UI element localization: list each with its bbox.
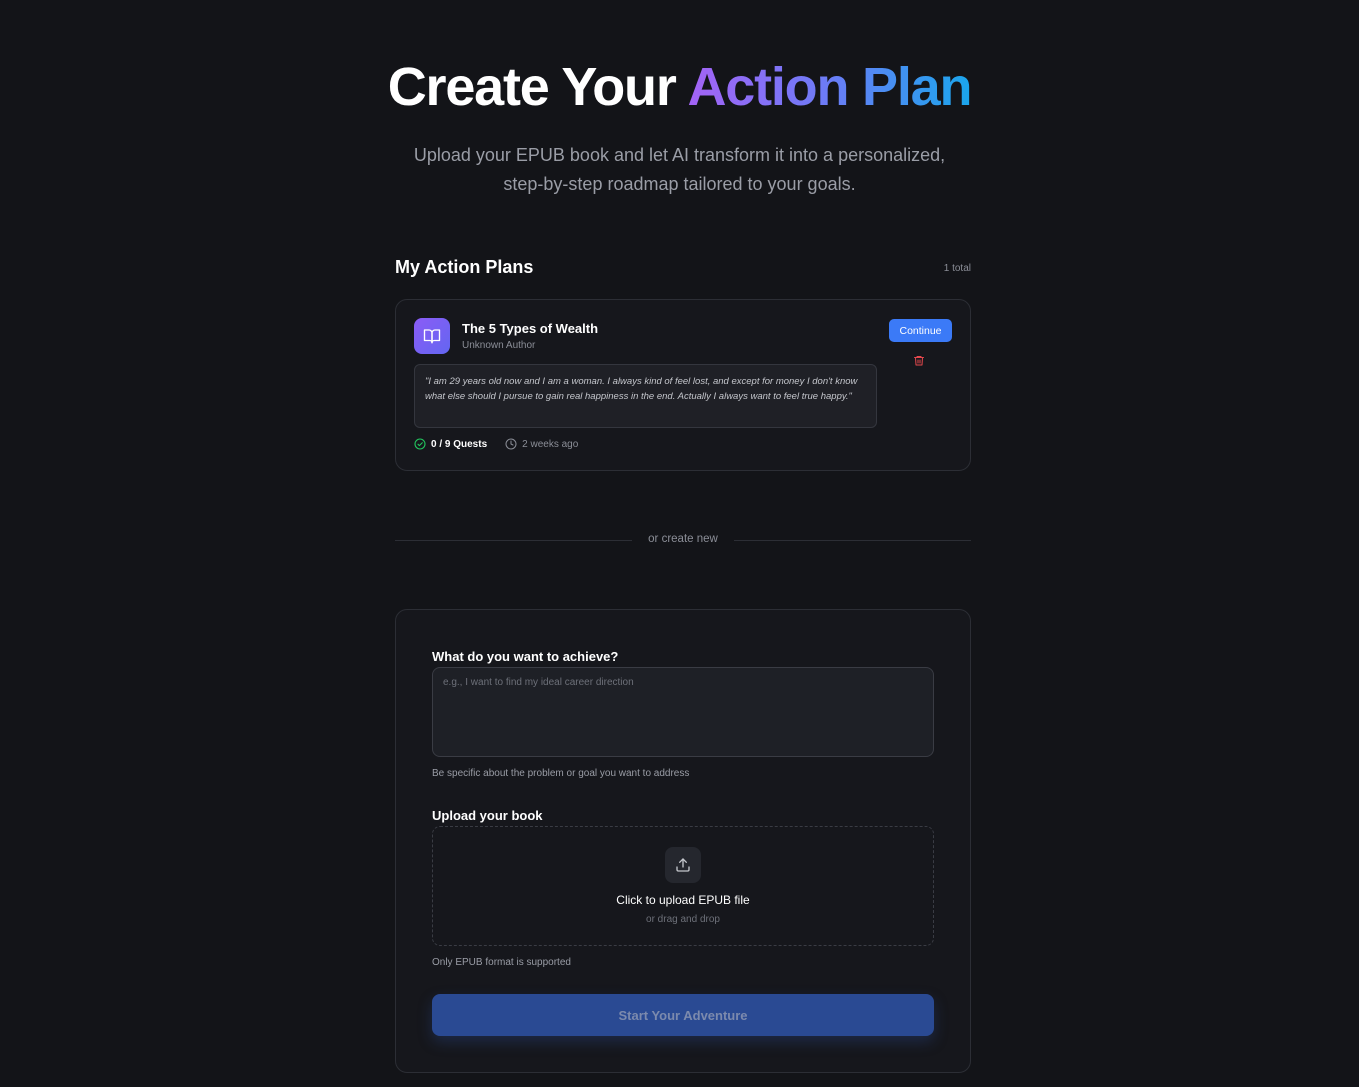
page-subtitle-line-1: Upload your EPUB book and let AI transfo… — [413, 145, 946, 165]
plan-goal-quote: "I am 29 years old now and I am a woman.… — [414, 364, 877, 428]
divider-text: or create new — [648, 533, 718, 545]
action-plans-header: My Action Plans 1 total — [395, 257, 971, 281]
continue-button[interactable]: Continue — [889, 319, 952, 342]
clock-icon — [505, 438, 517, 450]
action-plans-title: My Action Plans — [395, 257, 534, 277]
book-open-icon — [414, 318, 450, 354]
page-subtitle-line-2: step-by-step roadmap tailored to your go… — [503, 174, 856, 194]
start-adventure-button[interactable]: Start Your Adventure — [432, 994, 934, 1036]
goal-field-label: What do you want to achieve? — [432, 649, 619, 664]
goal-textarea[interactable] — [432, 667, 934, 757]
page-title: Create Your Action Plan — [0, 56, 1359, 118]
create-plan-form: What do you want to achieve? Be specific… — [395, 609, 971, 1073]
plan-quest-progress: 0 / 9 Quests — [431, 438, 488, 450]
goal-hint: Be specific about the problem or goal yo… — [432, 768, 690, 779]
page-subtitle: Upload your EPUB book and let AI transfo… — [0, 141, 1359, 199]
section-divider: or create new — [395, 531, 971, 549]
plan-meta: 0 / 9 Quests 2 weeks ago — [414, 438, 578, 450]
action-plans-count: 1 total — [943, 263, 971, 274]
page-title-plain: Create Your — [387, 57, 688, 117]
plan-updated-time: 2 weeks ago — [522, 438, 579, 450]
upload-sub-text: or drag and drop — [646, 914, 720, 925]
upload-icon — [665, 847, 701, 883]
page-title-highlight: Action Plan — [687, 57, 972, 117]
divider-line-right — [734, 540, 971, 541]
trash-icon[interactable] — [913, 354, 925, 367]
upload-field-label: Upload your book — [432, 808, 543, 823]
plan-book-author: Unknown Author — [462, 340, 536, 351]
upload-main-text: Click to upload EPUB file — [616, 893, 750, 907]
plan-book-title: The 5 Types of Wealth — [462, 321, 599, 336]
upload-hint: Only EPUB format is supported — [432, 957, 571, 968]
epub-upload-dropzone[interactable]: Click to upload EPUB file or drag and dr… — [432, 826, 934, 946]
action-plan-card: The 5 Types of Wealth Unknown Author Con… — [395, 299, 971, 471]
check-circle-icon — [414, 438, 426, 450]
